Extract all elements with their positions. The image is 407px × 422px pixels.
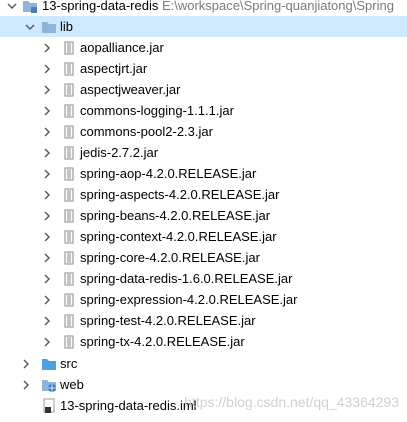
jar-label: spring-aop-4.2.0.RELEASE.jar bbox=[80, 166, 257, 181]
watermark: https://blog.csdn.net/qq_43364293 bbox=[184, 394, 399, 410]
jar-icon bbox=[61, 145, 77, 161]
tree-row-jar[interactable]: spring-expression-4.2.0.RELEASE.jar bbox=[0, 289, 407, 310]
chevron-right-icon[interactable] bbox=[41, 100, 53, 121]
jar-icon bbox=[61, 166, 77, 182]
jar-icon bbox=[61, 40, 77, 56]
tree-row-jar[interactable]: commons-pool2-2.3.jar bbox=[0, 121, 407, 142]
jar-icon bbox=[61, 82, 77, 98]
src-folder-label: src bbox=[60, 356, 78, 371]
tree-row-jar[interactable]: jedis-2.7.2.jar bbox=[0, 142, 407, 163]
jar-label: spring-test-4.2.0.RELEASE.jar bbox=[80, 313, 256, 328]
chevron-right-icon[interactable] bbox=[41, 205, 53, 226]
chevron-down-icon[interactable] bbox=[6, 0, 18, 16]
chevron-right-icon[interactable] bbox=[41, 331, 53, 352]
module-folder-icon bbox=[22, 0, 38, 14]
jar-label: aspectjweaver.jar bbox=[80, 82, 181, 97]
jar-label: spring-beans-4.2.0.RELEASE.jar bbox=[80, 208, 271, 223]
tree-row-jar[interactable]: spring-aspects-4.2.0.RELEASE.jar bbox=[0, 184, 407, 205]
jar-label: commons-logging-1.1.1.jar bbox=[80, 103, 234, 118]
tree-row-jar[interactable]: aspectjweaver.jar bbox=[0, 79, 407, 100]
project-tree: 13-spring-data-redis E:\workspace\Spring… bbox=[0, 0, 407, 422]
tree-row-jar[interactable]: spring-core-4.2.0.RELEASE.jar bbox=[0, 247, 407, 268]
tree-row-partial bbox=[0, 416, 407, 422]
jar-label: spring-core-4.2.0.RELEASE.jar bbox=[80, 250, 260, 265]
jar-label: aspectjrt.jar bbox=[80, 61, 148, 76]
chevron-right-icon[interactable] bbox=[41, 142, 53, 163]
chevron-right-icon[interactable] bbox=[20, 353, 32, 374]
jar-label: commons-pool2-2.3.jar bbox=[80, 124, 213, 139]
folder-icon bbox=[41, 19, 57, 35]
chevron-right-icon[interactable] bbox=[41, 58, 53, 79]
jar-icon bbox=[61, 61, 77, 77]
chevron-down-icon[interactable] bbox=[24, 16, 36, 37]
lib-folder-label: lib bbox=[60, 19, 74, 34]
tree-row-jar[interactable]: commons-logging-1.1.1.jar bbox=[0, 100, 407, 121]
iml-file-icon bbox=[41, 398, 57, 414]
jar-icon bbox=[61, 313, 77, 329]
jar-icon bbox=[61, 271, 77, 287]
iml-file-label: 13-spring-data-redis.iml bbox=[60, 398, 197, 413]
web-folder-icon bbox=[41, 377, 57, 393]
jar-label: spring-aspects-4.2.0.RELEASE.jar bbox=[80, 187, 280, 202]
chevron-right-icon[interactable] bbox=[41, 310, 53, 331]
chevron-right-icon[interactable] bbox=[41, 37, 53, 58]
chevron-right-icon[interactable] bbox=[41, 247, 53, 268]
jar-icon bbox=[61, 292, 77, 308]
jar-icon bbox=[61, 103, 77, 119]
chevron-right-icon[interactable] bbox=[41, 163, 53, 184]
jar-label: spring-context-4.2.0.RELEASE.jar bbox=[80, 229, 277, 244]
jar-icon bbox=[61, 187, 77, 203]
tree-row-jar[interactable]: aspectjrt.jar bbox=[0, 58, 407, 79]
chevron-right-icon[interactable] bbox=[41, 79, 53, 100]
chevron-right-icon[interactable] bbox=[6, 416, 18, 422]
jar-icon bbox=[61, 124, 77, 140]
tree-row-jar[interactable]: spring-tx-4.2.0.RELEASE.jar bbox=[0, 331, 407, 352]
tree-row-jar[interactable]: spring-context-4.2.0.RELEASE.jar bbox=[0, 226, 407, 247]
tree-row-project[interactable]: 13-spring-data-redis E:\workspace\Spring… bbox=[0, 0, 407, 16]
source-folder-icon bbox=[41, 356, 57, 372]
tree-row-jar[interactable]: aopalliance.jar bbox=[0, 37, 407, 58]
jar-label: spring-data-redis-1.6.0.RELEASE.jar bbox=[80, 271, 293, 286]
project-path: E:\workspace\Spring-quanjiatong\Spring bbox=[161, 0, 394, 13]
tree-row-jar[interactable]: spring-data-redis-1.6.0.RELEASE.jar bbox=[0, 268, 407, 289]
jar-label: spring-tx-4.2.0.RELEASE.jar bbox=[80, 334, 245, 349]
jar-icon bbox=[61, 334, 77, 350]
chevron-right-icon[interactable] bbox=[41, 268, 53, 289]
jar-icon bbox=[61, 250, 77, 266]
chevron-right-icon[interactable] bbox=[20, 374, 32, 395]
chevron-right-icon[interactable] bbox=[41, 289, 53, 310]
tree-row-jar[interactable]: spring-aop-4.2.0.RELEASE.jar bbox=[0, 163, 407, 184]
tree-row-lib[interactable]: lib bbox=[0, 16, 407, 37]
tree-row-src[interactable]: src bbox=[0, 353, 407, 374]
jar-icon bbox=[61, 208, 77, 224]
chevron-right-icon[interactable] bbox=[41, 121, 53, 142]
tree-row-web[interactable]: web bbox=[0, 374, 407, 395]
jar-label: spring-expression-4.2.0.RELEASE.jar bbox=[80, 292, 298, 307]
jar-label: aopalliance.jar bbox=[80, 40, 164, 55]
jar-label: jedis-2.7.2.jar bbox=[80, 145, 159, 160]
tree-row-jar[interactable]: spring-beans-4.2.0.RELEASE.jar bbox=[0, 205, 407, 226]
chevron-right-icon[interactable] bbox=[41, 226, 53, 247]
chevron-right-icon[interactable] bbox=[41, 184, 53, 205]
project-name: 13-spring-data-redis bbox=[42, 0, 159, 13]
jar-icon bbox=[61, 229, 77, 245]
tree-row-jar[interactable]: spring-test-4.2.0.RELEASE.jar bbox=[0, 310, 407, 331]
web-folder-label: web bbox=[60, 377, 84, 392]
